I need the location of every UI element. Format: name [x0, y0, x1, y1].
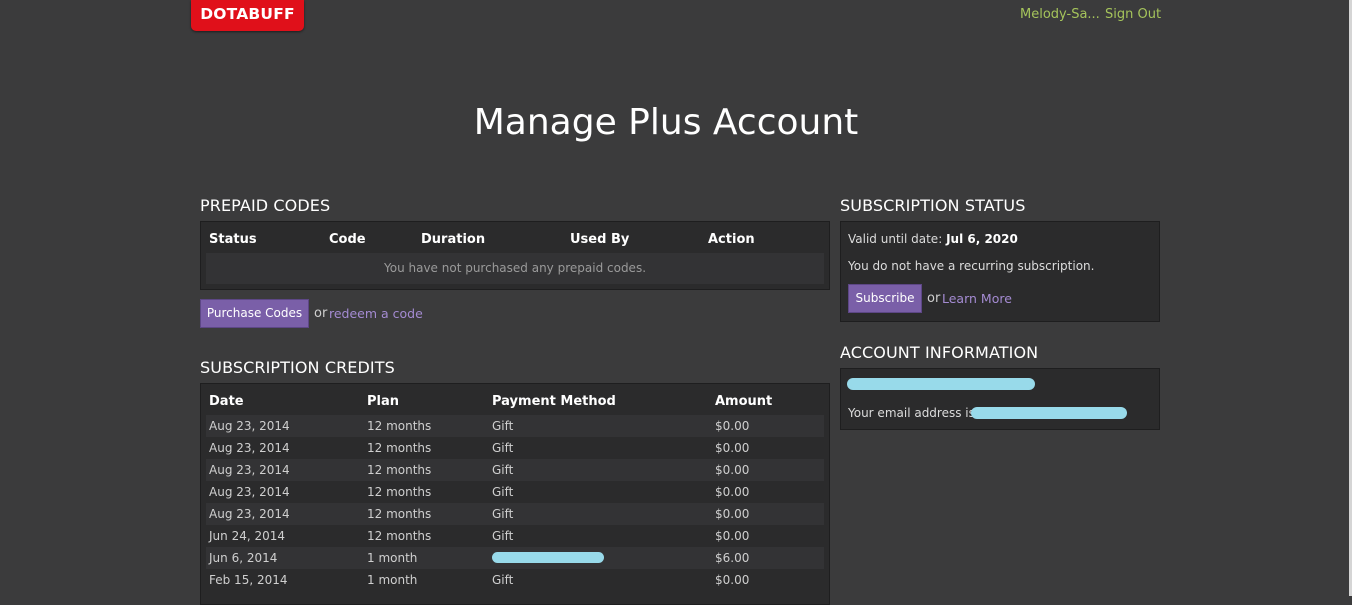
row-amount: $0.00 [715, 507, 750, 521]
row-date: Aug 23, 2014 [209, 441, 290, 455]
sign-out-link[interactable]: Sign Out [1105, 7, 1161, 22]
row-plan: 1 month [367, 573, 418, 587]
row-method: Gift [492, 573, 514, 587]
valid-until-label: Valid until date: [848, 232, 943, 246]
row-date: Aug 23, 2014 [209, 419, 290, 433]
valid-until-date: Jul 6, 2020 [946, 232, 1018, 246]
subscription-status-panel: Valid until date: Jul 6, 2020 You do not… [840, 221, 1160, 322]
redacted-payment-method [492, 552, 604, 563]
table-row: Jun 6, 2014 1 month $6.00 [206, 547, 824, 569]
row-method: Gift [492, 463, 514, 477]
row-plan: 12 months [367, 419, 432, 433]
row-plan: 12 months [367, 441, 432, 455]
page-title: Manage Plus Account [473, 102, 859, 143]
row-amount: $0.00 [715, 463, 750, 477]
account-information-heading: ACCOUNT INFORMATION [840, 343, 1039, 362]
row-plan: 12 months [367, 463, 432, 477]
row-date: Jun 6, 2014 [209, 551, 278, 565]
col-action: Action [708, 232, 755, 247]
row-plan: 12 months [367, 485, 432, 499]
row-method: Gift [492, 419, 514, 433]
redacted-account-name [847, 378, 1035, 390]
col-amount: Amount [715, 394, 773, 409]
row-amount: $0.00 [715, 441, 750, 455]
redeem-code-link[interactable]: redeem a code [329, 306, 423, 321]
table-row: Aug 23, 2014 12 months Gift $0.00 [206, 503, 824, 525]
row-amount: $0.00 [715, 485, 750, 499]
table-row: Aug 23, 2014 12 months Gift $0.00 [206, 437, 824, 459]
col-plan: Plan [367, 394, 400, 409]
or-text: or [314, 306, 328, 321]
subscription-credits-heading: SUBSCRIPTION CREDITS [200, 358, 395, 377]
user-name-link[interactable]: Melody-Sa... [1020, 7, 1100, 22]
row-method: Gift [492, 529, 514, 543]
learn-more-link[interactable]: Learn More [942, 291, 1012, 306]
row-method: Gift [492, 441, 514, 455]
row-date: Feb 15, 2014 [209, 573, 288, 587]
redacted-email [971, 407, 1127, 419]
subscription-status-heading: SUBSCRIPTION STATUS [840, 196, 1026, 215]
subscription-credits-table: Date Plan Payment Method Amount Aug 23, … [200, 383, 830, 605]
row-date: Aug 23, 2014 [209, 485, 290, 499]
col-status: Status [209, 232, 257, 247]
table-row: Aug 23, 2014 12 months Gift $0.00 [206, 415, 824, 437]
table-row: Aug 23, 2014 12 months Gift $0.00 [206, 481, 824, 503]
prepaid-codes-table: Status Code Duration Used By Action You … [200, 221, 830, 290]
empty-prepaid-message: You have not purchased any prepaid codes… [206, 253, 824, 284]
row-date: Jun 24, 2014 [209, 529, 286, 543]
row-plan: 12 months [367, 507, 432, 521]
col-duration: Duration [421, 232, 486, 247]
col-code: Code [329, 232, 366, 247]
email-label: Your email address is [848, 406, 975, 420]
col-date: Date [209, 394, 244, 409]
prepaid-codes-heading: PREPAID CODES [200, 196, 331, 215]
col-used-by: Used By [570, 232, 630, 247]
row-method: Gift [492, 507, 514, 521]
row-amount: $0.00 [715, 529, 750, 543]
purchase-codes-button[interactable]: Purchase Codes [200, 299, 309, 328]
table-row: Feb 15, 2014 1 month Gift $0.00 [206, 569, 824, 591]
row-plan: 12 months [367, 529, 432, 543]
recurring-status-text: You do not have a recurring subscription… [848, 259, 1095, 273]
col-payment-method: Payment Method [492, 394, 616, 409]
row-date: Aug 23, 2014 [209, 507, 290, 521]
subscribe-button[interactable]: Subscribe [848, 284, 922, 313]
or-text: or [927, 291, 941, 306]
table-row: Jun 24, 2014 12 months Gift $0.00 [206, 525, 824, 547]
dotabuff-logo[interactable]: DOTABUFF [191, 0, 304, 31]
row-date: Aug 23, 2014 [209, 463, 290, 477]
row-method: Gift [492, 485, 514, 499]
row-amount: $0.00 [715, 573, 750, 587]
table-row: Aug 23, 2014 12 months Gift $0.00 [206, 459, 824, 481]
row-amount: $6.00 [715, 551, 750, 565]
row-plan: 1 month [367, 551, 418, 565]
valid-until: Valid until date: Jul 6, 2020 [848, 232, 1018, 246]
row-amount: $0.00 [715, 419, 750, 433]
account-information-panel: Your email address is [840, 368, 1160, 430]
